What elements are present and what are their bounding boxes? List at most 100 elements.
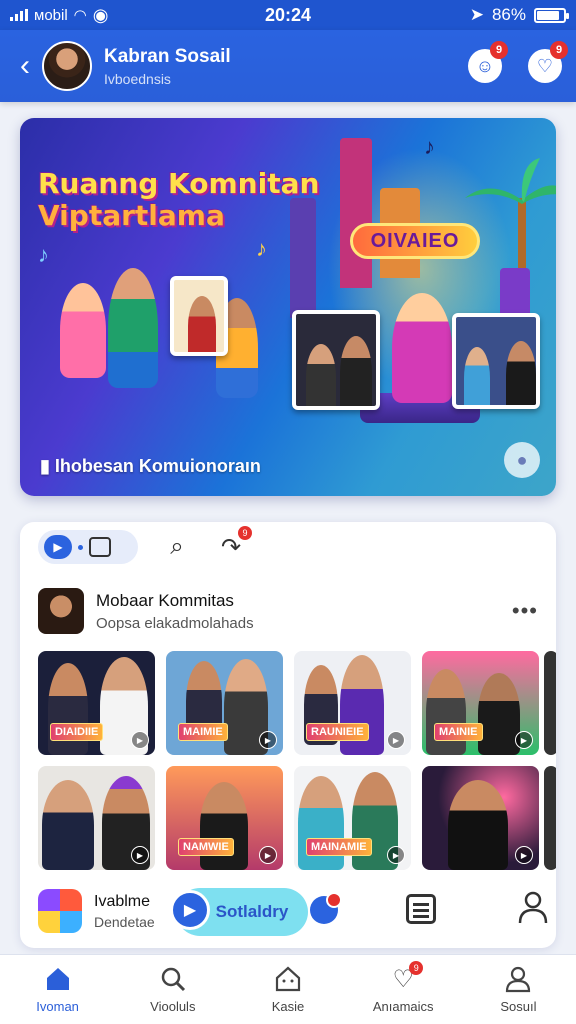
house-face-icon	[275, 966, 301, 992]
stage-sign: OIVAIEO	[350, 223, 480, 259]
tower-illustration	[340, 138, 372, 288]
play-icon[interactable]: ▶	[515, 731, 533, 749]
video-mode-icon[interactable]: ▶	[44, 535, 72, 559]
carrier-label: ᴍobil	[34, 6, 68, 24]
post-subtitle: Oopsa elakadmolahads	[96, 614, 254, 632]
play-icon[interactable]: ▶	[131, 846, 149, 864]
app-header: ‹ Kabran Sosail Ivboednsis ☺ 9 ♡ 9	[0, 30, 576, 102]
share-icon[interactable]: ↷ 9	[216, 526, 252, 562]
tile-label: RAUNIEIE	[306, 723, 369, 741]
smile-icon: ☺	[475, 55, 495, 76]
document-icon[interactable]	[406, 894, 436, 924]
chat-icon: ●	[516, 449, 528, 470]
page-subtitle: Ivboednsis	[104, 70, 171, 87]
play-icon[interactable]: ▶	[259, 731, 277, 749]
page-title: Kabran Sosail	[104, 45, 231, 67]
heart-icon: ♡	[536, 55, 554, 76]
favorites-button[interactable]: ♡ 9	[528, 41, 568, 83]
profile-avatar[interactable]	[42, 41, 92, 91]
host-figure	[392, 293, 452, 403]
nav-activity[interactable]: ♡ 9 Anıamaics	[346, 955, 461, 1024]
nav-badge: 9	[409, 961, 424, 975]
video-tile[interactable]: MAIMIE ▶	[166, 651, 283, 755]
nav-label: Ivoman	[36, 999, 79, 1014]
nav-house[interactable]: Kasie	[230, 955, 345, 1024]
clock: 20:24	[264, 4, 312, 25]
search-icon[interactable]: ⌕	[162, 532, 192, 562]
status-left: ᴍobil ◠ ◉	[10, 5, 210, 26]
banner-title: Ruanng Komnitan Viptartlama	[38, 168, 319, 232]
play-icon: ▶	[183, 902, 197, 919]
record-badge	[326, 892, 342, 908]
video-tile[interactable]: RAUNIEIE ▶	[294, 651, 411, 755]
kid-figure	[108, 268, 158, 388]
play-button[interactable]: ▶	[170, 890, 210, 930]
play-icon[interactable]: ▶	[259, 846, 277, 864]
nav-label: Anıamaics	[372, 999, 434, 1014]
community-feed-card: ▶ ⌕ ↷ 9 Mobaar Kommitas Oopsa elakadmolah…	[20, 522, 556, 948]
music-note-icon: ♪	[424, 134, 435, 159]
music-note-icon: ♪	[38, 242, 49, 267]
post-avatar[interactable]	[38, 588, 84, 634]
notification-badge: 9	[550, 41, 568, 59]
view-toggle[interactable]: ▶	[38, 530, 138, 564]
status-right: ➤ 86%	[366, 5, 569, 25]
bottom-navigation: Ivoman Viooluls Kasie ♡ 9 Anıamaics Sosuı…	[0, 954, 576, 1024]
nav-label: Viooluls	[150, 999, 196, 1014]
app-icon[interactable]	[38, 889, 82, 933]
nav-search[interactable]: Viooluls	[115, 955, 230, 1024]
status-bar: ᴍobil ◠ ◉ 20:24 ➤ 86%	[0, 0, 576, 30]
music-note-icon: ♪	[256, 236, 267, 261]
user-icon[interactable]	[518, 890, 548, 924]
location-icon: ➤	[469, 5, 484, 24]
toggle-dot	[78, 544, 83, 550]
play-icon[interactable]: ▶	[387, 731, 405, 749]
photo-card	[170, 276, 228, 356]
post-title[interactable]: Mobaar Kommitas	[96, 591, 512, 611]
wifi-icon: ◠	[73, 7, 87, 24]
person-illustration	[426, 669, 466, 755]
feed-toolbar: ▶ ⌕ ↷ 9	[38, 526, 252, 564]
signal-icon	[10, 9, 28, 21]
person-illustration	[478, 673, 520, 755]
wifi-icon-2: ◉	[92, 4, 109, 25]
play-icon[interactable]: ▶	[387, 846, 405, 864]
more-options-button[interactable]: •••	[512, 598, 538, 624]
banner-caption: ▮ Ihobesan Komuionoraın	[40, 456, 261, 476]
community-banner[interactable]: OIVAIEO ♪ ♪ ♪ Ruanng Komnitan Viptartlam…	[20, 118, 556, 496]
video-tile[interactable]	[544, 651, 556, 755]
photo-card	[292, 310, 380, 410]
video-tile[interactable]: ▶	[422, 766, 539, 870]
post-texts: Mobaar Kommitas Oopsa elakadmolahads	[96, 591, 512, 632]
battery-icon	[534, 7, 569, 23]
home-icon	[46, 968, 69, 990]
kid-figure	[60, 283, 106, 378]
nav-home[interactable]: Ivoman	[0, 955, 115, 1024]
emoji-button[interactable]: ☺ 9	[468, 41, 508, 83]
play-icon[interactable]: ▶	[515, 846, 533, 864]
header-titles: Kabran Sosail Ivboednsis	[104, 46, 442, 87]
play-icon[interactable]: ▶	[131, 731, 149, 749]
photo-card	[452, 313, 540, 409]
video-tile[interactable]: DIAIDIIE ▶	[38, 651, 155, 755]
mini-player-row: Ivablme Dendetae Sotlaldry ▶	[38, 884, 548, 938]
tile-label: NAMWIE	[178, 838, 234, 856]
video-tile[interactable]: NAMWIE ▶	[166, 766, 283, 870]
person-illustration	[42, 780, 94, 870]
tile-label: DIAIDIIE	[50, 723, 104, 741]
video-tile[interactable]: MAINIE ▶	[422, 651, 539, 755]
chat-mode-icon[interactable]	[89, 537, 111, 557]
nav-profile[interactable]: Sosuıl	[461, 955, 576, 1024]
video-tile[interactable]	[544, 766, 556, 870]
banner-title-line2: Viptartlama	[38, 199, 225, 232]
video-tile[interactable]: MAINAMIE ▶	[294, 766, 411, 870]
search-icon	[161, 967, 185, 992]
notification-badge: 9	[490, 41, 508, 59]
tile-label: MAINIE	[434, 723, 483, 741]
chevron-left-icon: ‹	[20, 49, 30, 82]
person-illustration	[48, 663, 88, 755]
video-tile[interactable]: ▶	[38, 766, 155, 870]
record-button[interactable]	[310, 892, 342, 924]
chat-bubble-button[interactable]: ●	[504, 442, 540, 478]
back-button[interactable]: ‹	[14, 46, 36, 86]
